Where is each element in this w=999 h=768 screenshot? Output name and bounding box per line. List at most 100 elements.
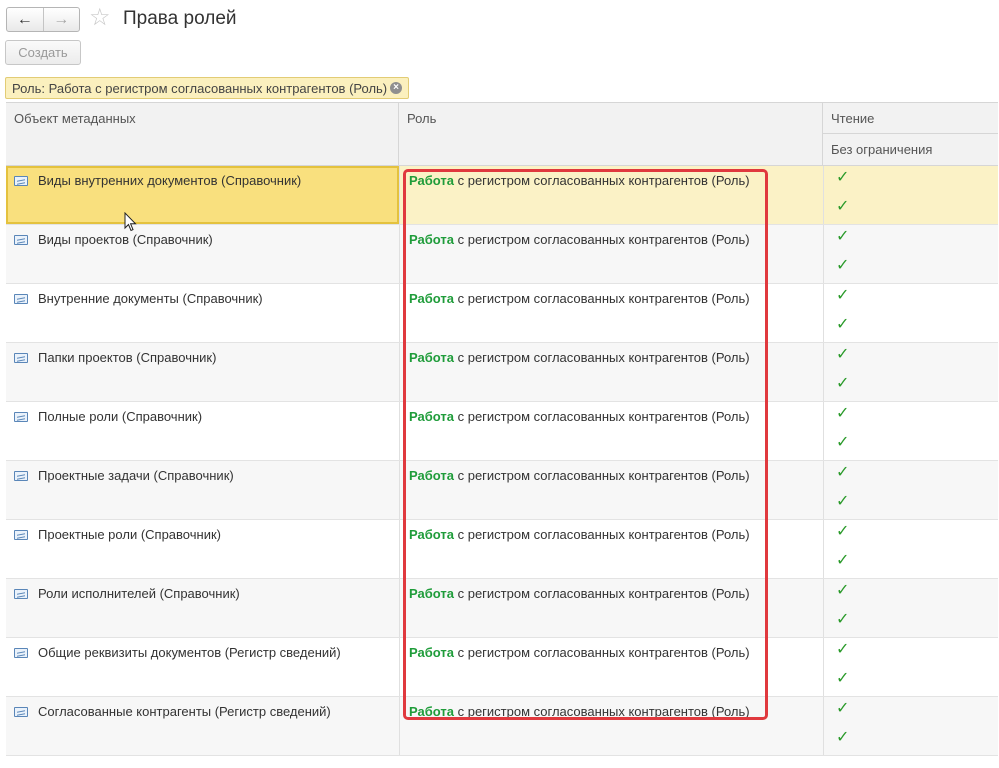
role-name-highlight: Работа (409, 232, 454, 247)
table-row[interactable]: Внутренние документы (Справочник) Работа … (6, 284, 998, 343)
read-check-icon: ✓ (836, 582, 850, 599)
column-header-object[interactable]: Объект метаданных (6, 103, 399, 165)
table-row[interactable]: Полные роли (Справочник) Работа с регистр… (6, 402, 998, 461)
role-cell[interactable]: Работа с регистром согласованных контраг… (399, 343, 823, 401)
table-row[interactable]: Папки проектов (Справочник) Работа с реги… (6, 343, 998, 402)
object-name: Виды проектов (Справочник) (38, 232, 213, 247)
role-name-highlight: Работа (409, 704, 454, 719)
role-name-highlight: Работа (409, 350, 454, 365)
table-row[interactable]: Роли исполнителей (Справочник) Работа с р… (6, 579, 998, 638)
table-header: Объект метаданных Роль Чтение Без ограни… (6, 102, 998, 166)
role-name-rest: с регистром согласованных контрагентов (… (453, 586, 750, 601)
filter-label: Роль: Работа с регистром согласованных к… (12, 80, 388, 96)
role-cell[interactable]: Работа с регистром согласованных контраг… (399, 284, 823, 342)
unrestricted-check-icon: ✓ (836, 257, 850, 274)
read-check-icon: ✓ (836, 464, 850, 481)
object-name: Согласованные контрагенты (Регистр сведе… (38, 704, 331, 719)
forward-button[interactable]: → (42, 8, 80, 31)
navigation-buttons: ← → (6, 7, 80, 32)
read-check-icon: ✓ (836, 405, 850, 422)
read-cell[interactable]: ✓ ✓ (823, 461, 998, 519)
read-cell[interactable]: ✓ ✓ (823, 520, 998, 578)
read-check-icon: ✓ (836, 700, 850, 717)
role-rights-table: Объект метаданных Роль Чтение Без ограни… (6, 102, 998, 756)
read-cell[interactable]: ✓ ✓ (823, 225, 998, 283)
catalog-icon (14, 530, 28, 540)
object-name: Роли исполнителей (Справочник) (38, 586, 240, 601)
role-name-rest: с регистром согласованных контрагентов (… (453, 173, 750, 188)
table-body: Виды внутренних документов (Справочник) Р… (6, 166, 998, 756)
read-check-icon: ✓ (836, 523, 850, 540)
object-cell[interactable]: Проектные роли (Справочник) (6, 520, 399, 578)
read-cell[interactable]: ✓ ✓ (823, 402, 998, 460)
role-name-rest: с регистром согласованных контрагентов (… (453, 704, 750, 719)
column-header-read[interactable]: Чтение Без ограничения (823, 103, 998, 165)
table-row[interactable]: Проектные роли (Справочник) Работа с реги… (6, 520, 998, 579)
role-name-highlight: Работа (409, 527, 454, 542)
table-row[interactable]: Виды внутренних документов (Справочник) Р… (6, 166, 998, 225)
catalog-icon (14, 353, 28, 363)
role-name-rest: с регистром согласованных контрагентов (… (453, 409, 750, 424)
role-name-highlight: Работа (409, 173, 454, 188)
read-check-icon: ✓ (836, 641, 850, 658)
table-row[interactable]: Согласованные контрагенты (Регистр сведе… (6, 697, 998, 756)
object-cell[interactable]: Роли исполнителей (Справочник) (6, 579, 399, 637)
table-row[interactable]: Виды проектов (Справочник) Работа с регис… (6, 225, 998, 284)
object-cell[interactable]: Внутренние документы (Справочник) (6, 284, 399, 342)
catalog-icon (14, 589, 28, 599)
role-name-highlight: Работа (409, 291, 454, 306)
clear-filter-icon[interactable]: × (390, 82, 402, 94)
unrestricted-check-icon: ✓ (836, 552, 850, 569)
read-cell[interactable]: ✓ ✓ (823, 343, 998, 401)
role-cell[interactable]: Работа с регистром согласованных контраг… (399, 697, 823, 755)
object-cell[interactable]: Виды проектов (Справочник) (6, 225, 399, 283)
read-check-icon: ✓ (836, 228, 850, 245)
object-name: Проектные роли (Справочник) (38, 527, 221, 542)
read-check-icon: ✓ (836, 346, 850, 363)
object-name: Полные роли (Справочник) (38, 409, 203, 424)
catalog-icon (14, 176, 28, 186)
role-name-rest: с регистром согласованных контрагентов (… (453, 645, 750, 660)
column-header-role[interactable]: Роль (399, 103, 823, 165)
table-row[interactable]: Общие реквизиты документов (Регистр свед… (6, 638, 998, 697)
role-name-rest: с регистром согласованных контрагентов (… (453, 291, 750, 306)
object-cell[interactable]: Проектные задачи (Справочник) (6, 461, 399, 519)
unrestricted-check-icon: ✓ (836, 493, 850, 510)
read-cell[interactable]: ✓ ✓ (823, 579, 998, 637)
object-name: Общие реквизиты документов (Регистр свед… (38, 645, 341, 660)
catalog-icon (14, 294, 28, 304)
unrestricted-check-icon: ✓ (836, 198, 850, 215)
role-name-highlight: Работа (409, 586, 454, 601)
read-cell[interactable]: ✓ ✓ (823, 166, 998, 224)
object-cell[interactable]: Виды внутренних документов (Справочник) (6, 166, 399, 224)
role-name-rest: с регистром согласованных контрагентов (… (453, 468, 750, 483)
role-cell[interactable]: Работа с регистром согласованных контраг… (399, 225, 823, 283)
table-row[interactable]: Проектные задачи (Справочник) Работа с ре… (6, 461, 998, 520)
column-header-read-label: Чтение (823, 103, 998, 134)
role-cell[interactable]: Работа с регистром согласованных контраг… (399, 520, 823, 578)
unrestricted-check-icon: ✓ (836, 729, 850, 746)
object-cell[interactable]: Папки проектов (Справочник) (6, 343, 399, 401)
read-cell[interactable]: ✓ ✓ (823, 697, 998, 755)
role-cell[interactable]: Работа с регистром согласованных контраг… (399, 638, 823, 696)
role-cell[interactable]: Работа с регистром согласованных контраг… (399, 402, 823, 460)
catalog-icon (14, 471, 28, 481)
role-name-rest: с регистром согласованных контрагентов (… (453, 527, 750, 542)
object-name: Виды внутренних документов (Справочник) (38, 173, 302, 188)
catalog-icon (14, 648, 28, 658)
create-button[interactable]: Создать (5, 40, 81, 65)
unrestricted-check-icon: ✓ (836, 670, 850, 687)
role-cell[interactable]: Работа с регистром согласованных контраг… (399, 461, 823, 519)
object-cell[interactable]: Полные роли (Справочник) (6, 402, 399, 460)
object-cell[interactable]: Общие реквизиты документов (Регистр свед… (6, 638, 399, 696)
role-cell[interactable]: Работа с регистром согласованных контраг… (399, 166, 823, 224)
read-cell[interactable]: ✓ ✓ (823, 284, 998, 342)
role-cell[interactable]: Работа с регистром согласованных контраг… (399, 579, 823, 637)
catalog-icon (14, 412, 28, 422)
read-cell[interactable]: ✓ ✓ (823, 638, 998, 696)
back-button[interactable]: ← (7, 8, 43, 31)
catalog-icon (14, 235, 28, 245)
favorite-star-icon[interactable]: ☆ (89, 5, 111, 31)
object-cell[interactable]: Согласованные контрагенты (Регистр сведе… (6, 697, 399, 755)
role-name-rest: с регистром согласованных контрагентов (… (453, 350, 750, 365)
